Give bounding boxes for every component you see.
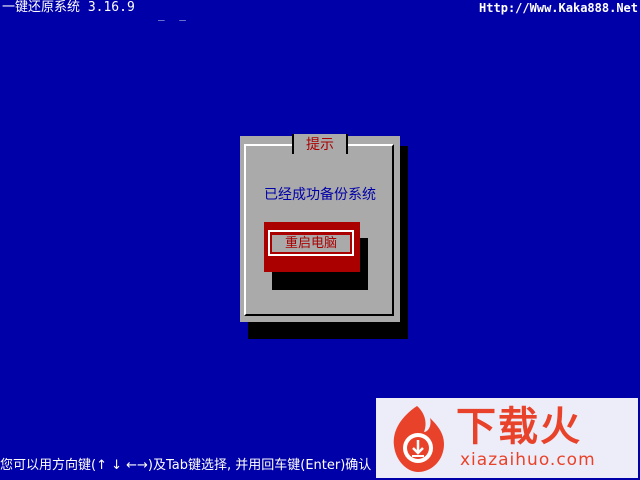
dialog-message: 已经成功备份系统 [264, 187, 376, 203]
restart-button[interactable]: 重启电脑 [264, 222, 360, 272]
flame-logo-icon [393, 406, 444, 472]
cursor-marks: _ _ [158, 8, 190, 21]
dialog-title: 提示 [306, 137, 334, 153]
top-bar: 一键还原系统 3.16.9 _ _ Http://Www.Kaka888.Net [0, 0, 640, 21]
watermark-name: 下载火 [456, 404, 582, 450]
restart-button-label: 重启电脑 [272, 235, 350, 252]
site-url: Http://Www.Kaka888.Net [479, 1, 638, 15]
status-line: 您可以用方向键(↑ ↓ ←→)及Tab键选择, 并用回车键(Enter)确认 [0, 458, 372, 473]
watermark: 下载火 xiazaihuo.com [376, 398, 638, 478]
restart-button-frame: 重启电脑 [268, 230, 354, 256]
app-title: 一键还原系统 3.16.9 [2, 0, 135, 15]
watermark-domain: xiazaihuo.com [460, 450, 596, 470]
dialog-title-box: 提示 [292, 134, 348, 154]
